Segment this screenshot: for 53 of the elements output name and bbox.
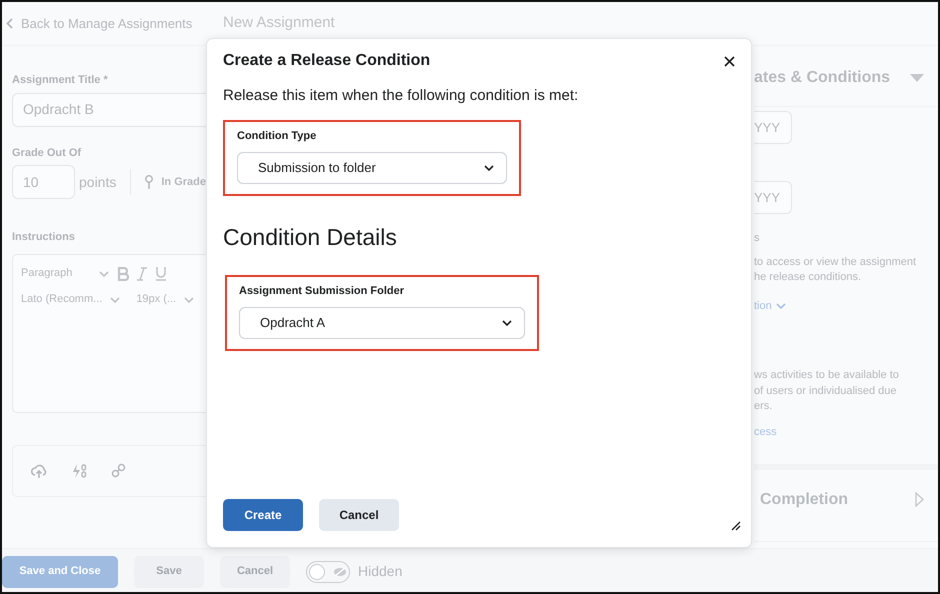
size-dropdown[interactable]: 19px (... xyxy=(136,291,194,308)
folder-dropdown[interactable]: Opdracht A xyxy=(239,307,525,339)
release-link[interactable]: tion xyxy=(754,298,786,314)
underline-icon[interactable] xyxy=(155,266,167,281)
section-heading: Condition Details xyxy=(223,223,398,252)
page-title: New Assignment xyxy=(223,13,335,34)
chevron-left-icon xyxy=(6,18,13,29)
condition-type-dropdown[interactable]: Submission to folder xyxy=(237,152,507,184)
field-label: Condition Type xyxy=(237,128,318,144)
section-title: Completion xyxy=(760,490,848,510)
chevron-down-icon xyxy=(184,296,194,302)
pin-icon xyxy=(145,175,154,189)
release-description: to access or view the assignment he release conditions. xyxy=(754,254,918,284)
section-title: ates & Conditions xyxy=(754,68,890,88)
italic-icon[interactable] xyxy=(137,266,147,280)
style-dropdown[interactable]: Paragraph xyxy=(21,265,109,282)
footer-button[interactable]: Save xyxy=(134,556,204,588)
lightning-link-icon[interactable] xyxy=(71,462,87,478)
eye-slash-icon xyxy=(333,566,347,576)
link-icon[interactable] xyxy=(111,463,126,478)
date-field[interactable]: YYY xyxy=(754,111,792,144)
dialog-title: Create a Release Condition xyxy=(223,51,430,71)
close-icon[interactable] xyxy=(724,56,735,66)
chevron-down-icon xyxy=(99,270,109,276)
bold-icon[interactable] xyxy=(117,266,129,280)
unit-label: points xyxy=(79,172,116,192)
chevron-down-icon xyxy=(502,320,512,326)
field-label: Assignment Submission Folder xyxy=(239,284,406,298)
chevron-down-icon xyxy=(484,165,494,171)
field-label: Grade Out Of xyxy=(12,146,82,160)
field-label: Assignment Title * xyxy=(12,73,108,88)
toggle-label: Hidden xyxy=(358,562,402,581)
back-link[interactable]: Back to Manage Assignments xyxy=(2,14,208,34)
footer-button[interactable]: Cancel xyxy=(220,556,290,588)
grade-field[interactable]: 10 xyxy=(12,165,75,199)
date-field[interactable]: YYY xyxy=(754,181,792,214)
resize-handle-icon[interactable] xyxy=(731,521,741,531)
chevron-down-icon xyxy=(776,302,786,309)
field-label: Instructions xyxy=(12,230,75,245)
special-access-description: ws activities to be available to of users or individualised due ers. xyxy=(754,368,900,414)
caret-down-icon[interactable] xyxy=(910,74,924,82)
label-fragment: s xyxy=(754,231,760,246)
special-access-link[interactable]: cess xyxy=(754,424,777,440)
grade-link[interactable]: In Grade xyxy=(161,174,206,190)
visibility-toggle[interactable] xyxy=(306,560,350,582)
cancel-button[interactable]: Cancel xyxy=(319,499,399,531)
save-and-close-button[interactable]: Save and Close xyxy=(2,556,118,588)
upload-icon[interactable] xyxy=(31,464,47,478)
font-dropdown[interactable]: Lato (Recomm... xyxy=(21,291,120,308)
chevron-down-icon xyxy=(110,296,120,302)
create-button[interactable]: Create xyxy=(223,499,303,531)
caret-right-icon[interactable] xyxy=(915,492,924,507)
dialog-intro: Release this item when the following condition is met: xyxy=(223,86,580,106)
